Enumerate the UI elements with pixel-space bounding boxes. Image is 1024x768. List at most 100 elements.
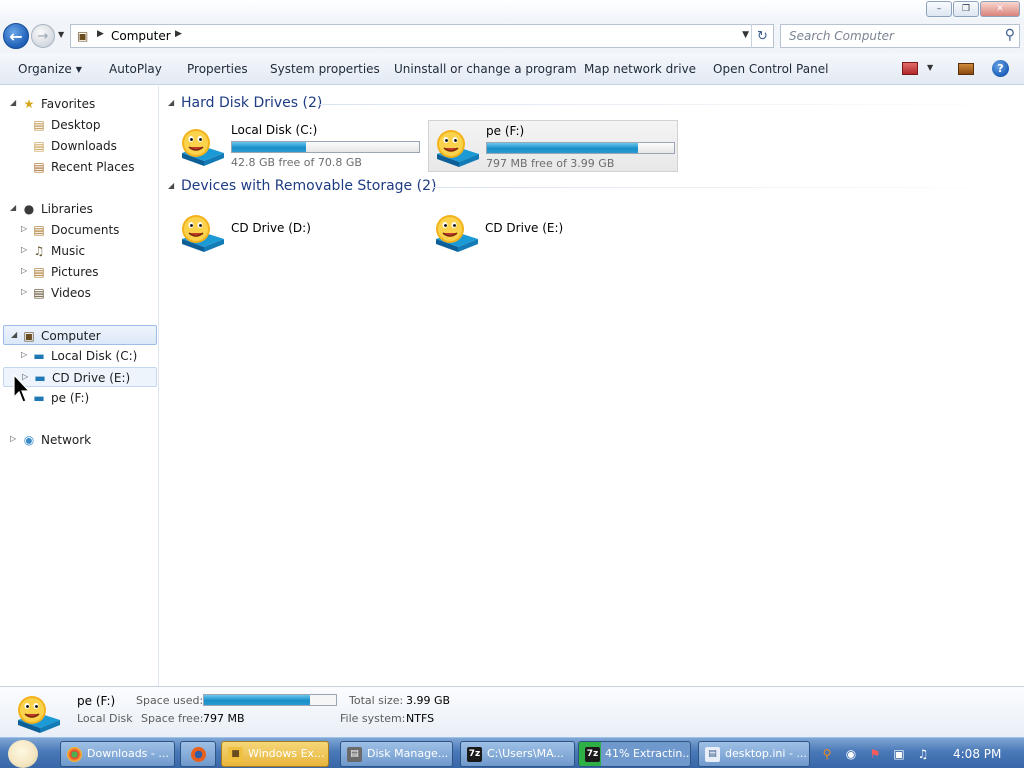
cd-drive-icon [436, 215, 478, 252]
details-usage-bar [203, 694, 337, 706]
taskbar-item-label: 41% Extractin... [605, 747, 691, 760]
breadcrumb-arrow-icon[interactable]: ▶ [175, 29, 182, 39]
start-button[interactable] [8, 740, 38, 768]
nav-local-disk-c[interactable]: ▷ ▬ Local Disk (C:) [0, 346, 158, 366]
nav-music[interactable]: ▷ ♫ Music [0, 241, 158, 261]
drive-name: CD Drive (D:) [231, 221, 311, 235]
drive-tile-f[interactable]: pe (F:) 797 MB free of 3.99 GB [428, 120, 678, 172]
breadcrumb-arrow-icon[interactable]: ▶ [97, 29, 104, 39]
content-area: ◢ Hard Disk Drives (2) Local Disk (C:) 4… [160, 86, 1024, 686]
usage-fill [487, 143, 638, 153]
organize-label: Organize [18, 62, 72, 76]
group-hard-disk-drives[interactable]: Hard Disk Drives (2) [181, 95, 322, 111]
drive-tile-e[interactable]: CD Drive (E:) [428, 206, 678, 258]
taskbar-item-firefox[interactable] [180, 741, 216, 767]
search-icon[interactable]: ⚲ [1005, 27, 1015, 43]
collapse-icon[interactable]: ◢ [10, 203, 16, 212]
nav-favorites[interactable]: ◢ ★ Favorites [0, 94, 158, 114]
open-control-panel-button[interactable]: Open Control Panel [713, 62, 828, 76]
view-options-dropdown-icon[interactable]: ▼ [927, 63, 933, 72]
nav-downloads[interactable]: ▤ Downloads [0, 136, 158, 156]
expand-icon[interactable]: ▷ [21, 287, 27, 296]
tray-app-icon[interactable]: ◉ [844, 747, 858, 761]
nav-computer[interactable]: ◢ ▣ Computer [3, 325, 157, 345]
search-input[interactable]: Search Computer ⚲ [780, 24, 1020, 48]
minimize-icon[interactable]: – [926, 1, 952, 17]
taskbar-item-notepad[interactable]: ▤ desktop.ini - ... [698, 741, 810, 767]
expand-icon[interactable]: ▷ [21, 350, 27, 359]
autoplay-button[interactable]: AutoPlay [109, 62, 162, 76]
7zip-icon: 7z [467, 747, 482, 762]
refresh-icon[interactable]: ↻ [751, 24, 773, 48]
nav-videos[interactable]: ▷ ▤ Videos [0, 283, 158, 303]
drive-name: Local Disk (C:) [231, 123, 318, 137]
music-icon: ♫ [33, 244, 45, 258]
collapse-icon[interactable]: ◢ [11, 330, 17, 339]
taskbar-item-7zip-folder[interactable]: 7z C:\Users\MA... [460, 741, 575, 767]
nav-label: Favorites [41, 97, 96, 111]
close-icon[interactable]: ✕ [980, 1, 1020, 17]
taskbar-item-downloads[interactable]: Downloads - ... [60, 741, 175, 767]
nav-libraries[interactable]: ◢ ● Libraries [0, 199, 158, 219]
preview-pane-icon[interactable] [958, 63, 974, 75]
back-arrow-icon[interactable]: ← [3, 23, 29, 49]
search-placeholder: Search Computer [789, 29, 894, 43]
recent-pages-dropdown-icon[interactable]: ▼ [58, 30, 64, 39]
taskbar-item-7zip-extracting[interactable]: 7z 41% Extractin... [578, 741, 691, 767]
change-view-icon[interactable] [902, 62, 918, 75]
expand-icon[interactable]: ▷ [21, 224, 27, 233]
nav-label: Videos [51, 286, 91, 300]
collapse-icon[interactable]: ◢ [10, 98, 16, 107]
disk-management-icon: ▤ [347, 747, 362, 762]
search-tray-icon[interactable]: ⚲ [820, 747, 834, 761]
computer-icon: ▣ [77, 29, 89, 43]
network-tray-icon[interactable]: ▣ [892, 747, 906, 761]
collapse-group-icon[interactable]: ◢ [168, 98, 174, 107]
expand-icon[interactable]: ▷ [21, 245, 27, 254]
nav-pictures[interactable]: ▷ ▤ Pictures [0, 262, 158, 282]
taskbar-item-windows-explorer[interactable]: ■ Windows Ex... [221, 741, 329, 767]
nav-label: Computer [41, 329, 101, 343]
taskbar-item-label: C:\Users\MA... [487, 747, 564, 760]
address-row: ← → ▼ ▣ ▶ Computer ▶ ▼ ↻ Search Computer… [0, 20, 1024, 53]
system-properties-button[interactable]: System properties [270, 62, 380, 76]
space-free-value: 797 MB [203, 712, 245, 725]
drive-icon: ▬ [34, 371, 46, 385]
file-system-label: File system: [340, 712, 406, 725]
documents-icon: ▤ [33, 223, 45, 237]
uninstall-program-button[interactable]: Uninstall or change a program [394, 62, 577, 76]
organize-button[interactable]: Organize ▼ [18, 62, 82, 76]
nav-recent-places[interactable]: ▤ Recent Places [0, 157, 158, 177]
drive-tile-d[interactable]: CD Drive (D:) [174, 206, 424, 258]
expand-icon[interactable]: ▷ [10, 434, 16, 443]
maximize-icon[interactable]: ❐ [953, 1, 979, 17]
clock[interactable]: 4:08 PM [953, 747, 1001, 761]
taskbar-item-disk-management[interactable]: ▤ Disk Manage... [340, 741, 453, 767]
details-drive-type: Local Disk [77, 712, 133, 725]
videos-icon: ▤ [33, 286, 45, 300]
nav-documents[interactable]: ▷ ▤ Documents [0, 220, 158, 240]
nav-desktop[interactable]: ▤ Desktop [0, 115, 158, 135]
group-removable-storage[interactable]: Devices with Removable Storage (2) [181, 178, 436, 194]
help-icon[interactable]: ? [992, 60, 1009, 77]
collapse-group-icon[interactable]: ◢ [168, 181, 174, 190]
map-network-drive-button[interactable]: Map network drive [584, 62, 696, 76]
taskbar-item-label: Downloads - ... [87, 747, 169, 760]
forward-arrow-icon[interactable]: → [31, 24, 55, 48]
properties-button[interactable]: Properties [187, 62, 248, 76]
action-center-icon[interactable]: ⚑ [868, 747, 882, 761]
nav-network[interactable]: ▷ ◉ Network [0, 430, 158, 450]
details-drive-name: pe (F:) [77, 694, 116, 708]
nav-label: Downloads [51, 139, 117, 153]
7zip-icon: 7z [585, 747, 600, 762]
address-dropdown-icon[interactable]: ▼ [742, 30, 749, 40]
drive-tile-c[interactable]: Local Disk (C:) 42.8 GB free of 70.8 GB [174, 120, 424, 172]
volume-icon[interactable]: ♫ [916, 747, 930, 761]
mouse-cursor-icon [13, 374, 31, 403]
breadcrumb-computer[interactable]: Computer [111, 29, 171, 43]
expand-icon[interactable]: ▷ [21, 266, 27, 275]
command-bar: Organize ▼ AutoPlay Properties System pro… [0, 53, 1024, 85]
downloads-folder-icon: ▤ [33, 139, 45, 153]
nav-label: Local Disk (C:) [51, 349, 138, 363]
address-bar[interactable]: ▣ ▶ Computer ▶ ▼ ↻ [70, 24, 774, 48]
